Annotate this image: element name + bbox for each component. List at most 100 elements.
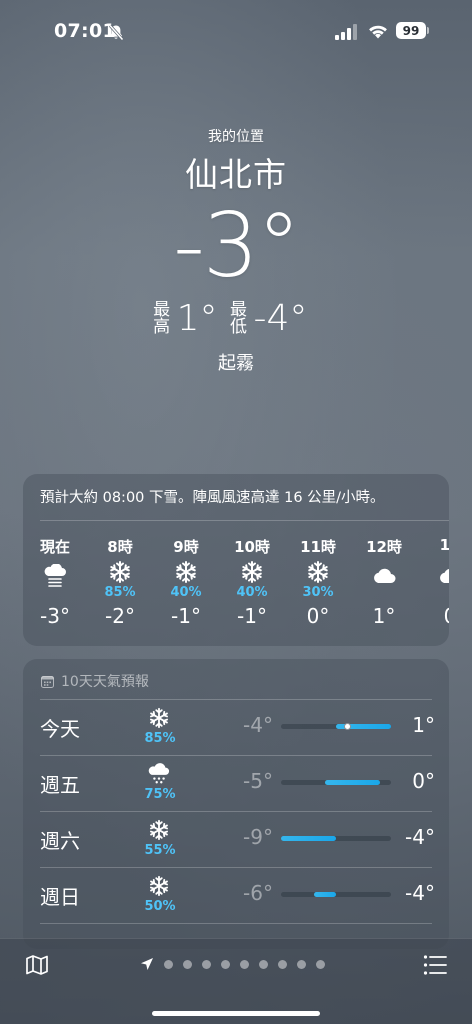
page-indicator[interactable] (140, 957, 335, 971)
page-dot[interactable] (278, 959, 287, 969)
temperature-range-bar (325, 780, 380, 785)
hourly-item: 11時 30% 0° (285, 534, 351, 634)
hour-label: 9時 (173, 538, 199, 556)
precip-chance: 75% (144, 787, 176, 802)
low-temperature: -9° (243, 825, 273, 849)
current-temperature: -3° (173, 194, 301, 297)
daily-row[interactable]: 週六 55% -9° -4° (23, 811, 449, 867)
hourly-item: 8時 85% -2° (87, 534, 153, 634)
hourly-summary: 預計大約 08:00 下雪。陣風風速高達 16 公里/小時。 (40, 490, 385, 506)
page-dot[interactable] (316, 959, 325, 969)
hour-temperature: -1° (171, 604, 201, 628)
hourly-item: 現在 -3° (23, 534, 87, 634)
page-dot[interactable] (240, 959, 249, 969)
hour-temperature: 1° (372, 604, 396, 628)
high-label: 最高 (153, 299, 171, 337)
map-icon[interactable] (25, 953, 49, 977)
day-name: 週五 (40, 773, 80, 797)
hour-temperature: -1° (237, 604, 267, 628)
cloud-snow-icon (144, 763, 174, 790)
weather-condition: 起霧 (218, 353, 254, 374)
high-temperature: 1° (412, 713, 435, 737)
high-temperature: 0° (412, 769, 435, 793)
day-name: 週日 (40, 885, 80, 909)
bell-slash-icon (108, 24, 124, 41)
daily-row[interactable]: 今天 85% -4° 1° (23, 699, 449, 755)
temperature-range-track (281, 892, 391, 897)
location-arrow-icon[interactable] (140, 957, 154, 971)
hourly-forecast-card[interactable]: 預計大約 08:00 下雪。陣風風速高達 16 公里/小時。 現在 -3° 8時 85… (23, 474, 449, 646)
page-dot[interactable] (297, 959, 306, 969)
daily-forecast-header: 10天天氣預報 (41, 671, 149, 691)
hourly-item: 9時 40% -1° (153, 534, 219, 634)
page-dot[interactable] (259, 959, 268, 969)
status-time: 07:01 (54, 20, 116, 42)
cloud-icon (437, 564, 449, 592)
status-bar: 07:01 99 (0, 0, 472, 64)
hour-label: 13 (439, 536, 449, 554)
page-dot[interactable] (183, 959, 192, 969)
precip-chance: 55% (144, 843, 176, 858)
precip-chance: 40% (236, 585, 268, 600)
hour-temperature: 0° (306, 604, 330, 628)
hour-temperature: -3° (40, 604, 70, 628)
page-dot[interactable] (164, 959, 173, 969)
daily-row[interactable]: 週五 75% -5° 0° (23, 755, 449, 811)
hour-temperature: -2° (105, 604, 135, 628)
calendar-icon (41, 675, 54, 688)
snowflake-icon (108, 560, 132, 588)
temperature-range-track (281, 780, 391, 785)
list-icon[interactable] (423, 954, 447, 976)
low-temperature: -5° (243, 769, 273, 793)
my-location-label: 我的位置 (208, 129, 264, 145)
high-temperature: -4° (405, 825, 435, 849)
low-temperature: -4° (253, 298, 308, 339)
hourly-item: 13 0 (417, 534, 449, 634)
bottom-toolbar (0, 938, 472, 1024)
snowflake-icon (144, 707, 174, 734)
snowflake-icon (174, 560, 198, 588)
low-temperature: -4° (243, 713, 273, 737)
hour-label: 8時 (107, 538, 133, 556)
divider (40, 923, 432, 924)
snowflake-icon (306, 560, 330, 588)
hourly-item: 12時 1° (351, 534, 417, 634)
snowflake-icon (144, 875, 174, 902)
current-temperature-dot (343, 723, 351, 730)
high-temperature: 1° (176, 298, 218, 339)
high-low-summary: 最高 1° 最低 -4° (0, 298, 472, 339)
hour-label: 11時 (300, 538, 336, 556)
hourly-scroll-row[interactable]: 現在 -3° 8時 85% -2° 9時 40% -1° 10時 40% -1° 11時 30% 0° 12… (23, 534, 449, 634)
low-temperature: -6° (243, 881, 273, 905)
daily-forecast-title: 10天天氣預報 (61, 674, 149, 690)
low-label: 最低 (230, 299, 247, 337)
day-name: 今天 (40, 717, 80, 741)
precip-chance: 85% (144, 731, 176, 746)
temperature-range-track (281, 723, 391, 730)
wifi-icon (369, 25, 387, 39)
cloud-icon (371, 564, 397, 592)
hourly-item: 10時 40% -1° (219, 534, 285, 634)
daily-row[interactable]: 週日 50% -6° -4° (23, 867, 449, 923)
temperature-range-bar (281, 836, 336, 841)
page-dot[interactable] (202, 959, 211, 969)
precip-chance: 50% (144, 899, 176, 914)
hour-temperature: 0 (417, 604, 449, 628)
home-indicator[interactable] (152, 1011, 320, 1016)
precip-chance: 85% (104, 585, 136, 600)
precip-chance: 30% (302, 585, 334, 600)
temperature-range-bar (314, 892, 336, 897)
battery-level: 99 (396, 22, 426, 39)
day-name: 週六 (40, 829, 80, 853)
page-dot[interactable] (221, 959, 230, 969)
divider (40, 520, 449, 521)
hour-label: 10時 (234, 538, 270, 556)
hour-label: 12時 (366, 538, 402, 556)
city-name: 仙北市 (185, 155, 287, 194)
snowflake-icon (144, 819, 174, 846)
snowflake-icon (240, 560, 264, 588)
cellular-signal-icon (335, 24, 357, 40)
battery-indicator: 99 (396, 22, 430, 41)
daily-forecast-card[interactable]: 10天天氣預報 今天 85% -4° 1° 週五 75% -5° 0° 週六 55% -9° -4° 週… (23, 659, 449, 949)
temperature-range-track (281, 836, 391, 841)
